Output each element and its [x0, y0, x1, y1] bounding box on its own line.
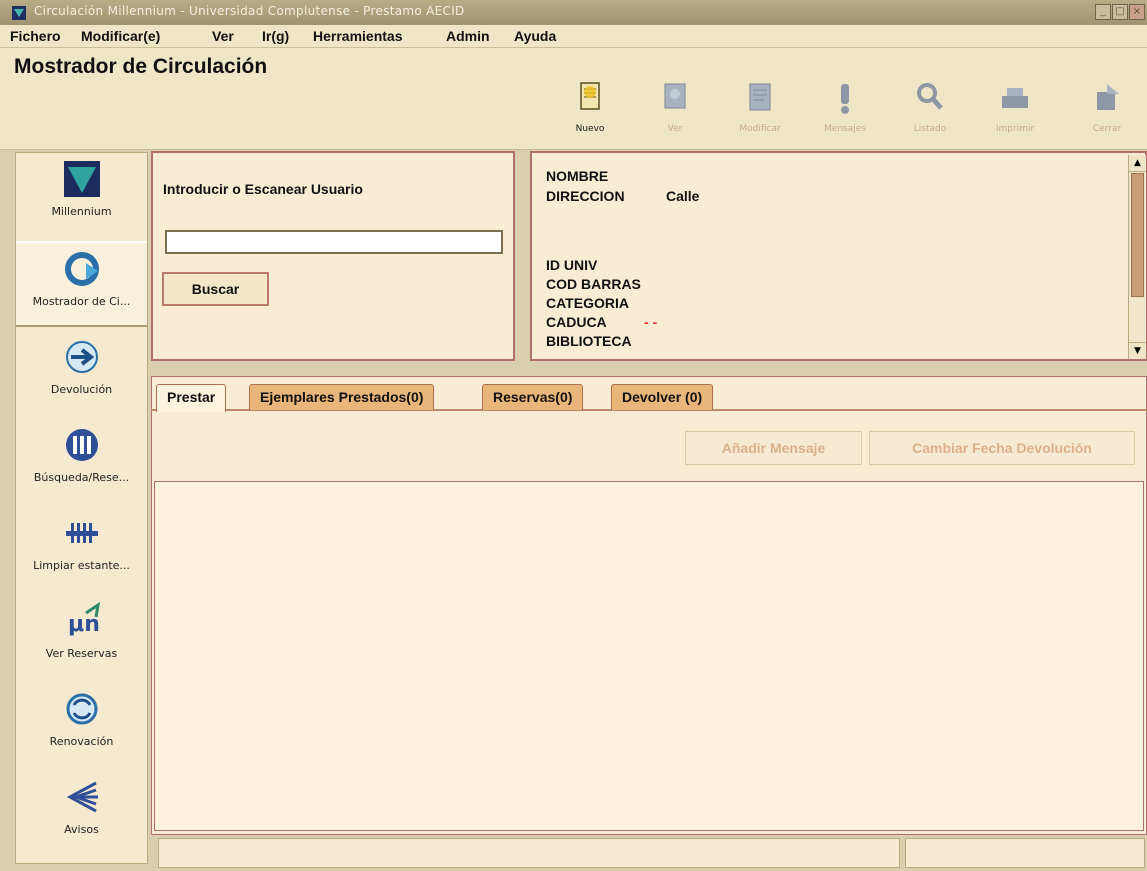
notices-icon [66, 781, 98, 813]
listing-label: Listado [913, 124, 947, 134]
maximize-button[interactable]: □ [1112, 4, 1128, 20]
menu-admin[interactable]: Admin [446, 28, 490, 44]
sidebar-item-label: Ver Reservas [45, 647, 118, 660]
sidebar-item-millennium[interactable]: Millennium [16, 153, 147, 235]
address-value: Calle [666, 188, 700, 204]
millennium-logo-icon [63, 161, 100, 197]
close-label: Cerrar [1092, 124, 1122, 134]
menu-fichero[interactable]: Fichero [10, 28, 61, 44]
items-list[interactable] [154, 481, 1144, 831]
sidebar-item-label: Avisos [64, 823, 99, 836]
search-prompt: Introducir o Escanear Usuario [163, 181, 363, 197]
add-message-button[interactable]: Añadir Mensaje [685, 431, 862, 465]
circulation-arrow-icon [64, 252, 99, 286]
new-button[interactable]: Nuevo [558, 80, 622, 150]
sidebar-item-search-holds[interactable]: Búsqueda/Rese... [16, 419, 147, 501]
magnifier-icon [917, 83, 943, 110]
category-label: CATEGORIA [546, 295, 629, 311]
exclamation-icon [841, 84, 849, 114]
return-arrow-icon [65, 341, 98, 373]
sidebar-item-renewal[interactable]: Renovación [16, 683, 147, 765]
status-field-main [158, 838, 900, 868]
new-label: Nuevo [575, 124, 605, 134]
address-label: DIRECCION [546, 188, 625, 204]
menu-ver[interactable]: Ver [212, 28, 234, 44]
menu-ayuda[interactable]: Ayuda [514, 28, 556, 44]
page-title: Mostrador de Circulación [14, 55, 268, 78]
scroll-thumb[interactable] [1131, 173, 1144, 297]
close-button[interactable]: Cerrar [1075, 80, 1139, 150]
window-title: Circulación Millennium - Universidad Com… [34, 4, 465, 18]
patron-info-panel: NOMBRE DIRECCION Calle ID UNIV COD BARRA… [530, 151, 1147, 361]
modify-icon [749, 83, 771, 111]
sidebar: Millennium Mostrador de Ci... Devolución… [15, 152, 148, 864]
tab-prestar[interactable]: Prestar [156, 384, 227, 412]
expiry-label: CADUCA [546, 314, 607, 330]
sidebar-item-label: Mostrador de Ci... [32, 295, 131, 308]
sidebar-item-returns[interactable]: Devolución [16, 331, 147, 413]
tab-holds[interactable]: Reservas(0) [482, 384, 584, 410]
menu-bar: Fichero Modificar(e) Ver Ir(g) Herramien… [0, 25, 1147, 48]
search-button[interactable]: Buscar [162, 272, 269, 306]
app-icon [12, 6, 26, 20]
renewal-icon [66, 693, 97, 725]
university-id-label: ID UNIV [546, 257, 598, 273]
menu-modificar[interactable]: Modificar(e) [81, 28, 160, 44]
expiry-value: - - [644, 314, 658, 330]
listing-button[interactable]: Listado [898, 80, 962, 150]
search-holds-icon [65, 429, 98, 461]
messages-label: Mensajes [824, 124, 866, 134]
title-bar: Circulación Millennium - Universidad Com… [0, 0, 1147, 25]
sidebar-item-view-holds[interactable]: μn Ver Reservas [16, 595, 147, 677]
sidebar-item-label: Renovación [49, 735, 114, 748]
modify-button[interactable]: Modificar [728, 80, 792, 150]
messages-button[interactable]: Mensajes [813, 80, 877, 150]
clear-shelf-icon [65, 523, 98, 543]
sidebar-item-circulation-desk[interactable]: Mostrador de Ci... [16, 241, 147, 327]
name-label: NOMBRE [546, 168, 609, 184]
library-label: BIBLIOTECA [546, 333, 632, 349]
menu-ir[interactable]: Ir(g) [262, 28, 289, 44]
sidebar-item-clear-shelf[interactable]: Limpiar estante... [16, 507, 147, 589]
patron-input[interactable] [165, 230, 503, 254]
view-icon [664, 83, 686, 109]
sidebar-item-label: Limpiar estante... [33, 559, 130, 572]
minimize-button[interactable]: _ [1095, 4, 1111, 20]
print-label: Imprimir [995, 124, 1035, 134]
scroll-down-arrow-icon[interactable]: ▼ [1129, 342, 1146, 359]
modify-label: Modificar [739, 124, 781, 134]
close-window-button[interactable]: × [1129, 4, 1145, 20]
new-icon [580, 82, 600, 110]
tab-return[interactable]: Devolver (0) [611, 384, 714, 410]
printer-icon [1002, 88, 1028, 108]
barcode-label: COD BARRAS [546, 276, 641, 292]
patron-info-scrollbar[interactable]: ▲ ▼ [1128, 155, 1146, 359]
print-button[interactable]: Imprimir [983, 80, 1047, 150]
status-field-secondary [905, 838, 1145, 868]
menu-herramientas[interactable]: Herramientas [313, 28, 403, 44]
sidebar-item-label: Búsqueda/Rese... [33, 471, 130, 484]
view-holds-icon: μn [68, 601, 100, 637]
door-exit-icon [1097, 84, 1119, 110]
view-button[interactable]: Ver [643, 80, 707, 150]
change-due-date-button[interactable]: Cambiar Fecha Devolución [869, 431, 1135, 465]
sidebar-item-notices[interactable]: Avisos [16, 771, 147, 853]
sidebar-item-label: Millennium [51, 205, 112, 218]
view-label: Ver [667, 124, 683, 134]
tab-loaned-items[interactable]: Ejemplares Prestados(0) [249, 384, 435, 410]
scroll-up-arrow-icon[interactable]: ▲ [1129, 155, 1146, 172]
sidebar-item-label: Devolución [50, 383, 113, 396]
